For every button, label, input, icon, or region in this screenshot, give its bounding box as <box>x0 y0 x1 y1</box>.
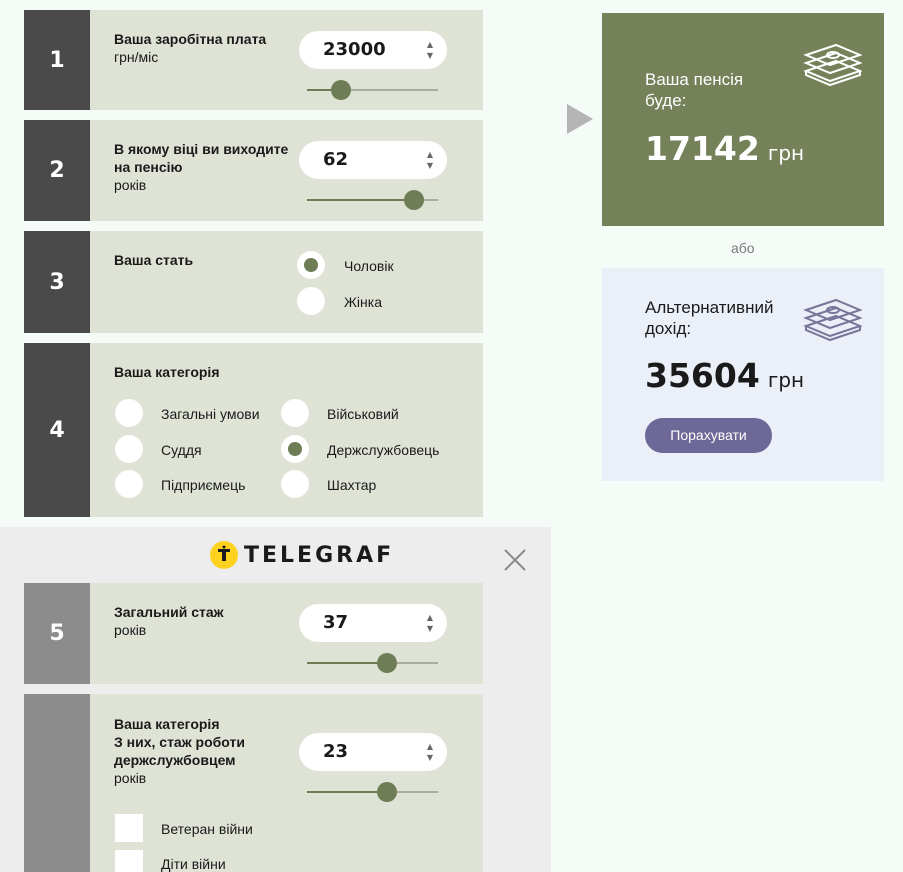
pension-caption: Ваша пенсія буде: <box>645 70 744 110</box>
step-number: 4 <box>24 343 90 517</box>
step-number: 1 <box>24 10 90 110</box>
slider-knob[interactable] <box>376 782 397 802</box>
checkbox-war-veteran[interactable] <box>115 814 143 842</box>
salary-slider[interactable] <box>307 80 438 100</box>
radio-military[interactable] <box>281 399 309 427</box>
close-icon[interactable] <box>504 549 526 571</box>
step-category: 4 Ваша категорія Загальні умови Військов… <box>24 343 483 517</box>
radio-civil-servant[interactable] <box>281 435 309 463</box>
category-experience-input[interactable]: 23 ▲ ▼ <box>299 733 447 771</box>
experience-value: 37 <box>323 612 349 633</box>
alt-amount: 35604 <box>645 356 760 395</box>
alternative-income-card: Альтернативний дохід: 35604 грн Порахуват… <box>602 268 884 481</box>
category-experience-label: Ваша категорія З них, стаж роботи держсл… <box>114 715 289 787</box>
age-value: 62 <box>323 149 349 170</box>
alt-caption: Альтернативний дохід: <box>645 298 774 338</box>
spinner-arrows[interactable]: ▲ ▼ <box>427 149 433 171</box>
radio-civil-servant-label: Держслужбовець <box>327 442 440 458</box>
spinner-arrows[interactable]: ▲ ▼ <box>427 39 433 61</box>
step-number: 3 <box>24 231 90 333</box>
or-text: або <box>731 240 755 256</box>
step-salary: 1 Ваша заробітна плата грн/міс 23000 ▲ ▼ <box>24 10 483 110</box>
salary-value: 23000 <box>323 39 386 60</box>
category-experience-value: 23 <box>323 741 349 762</box>
gender-title: Ваша стать <box>114 252 194 268</box>
category-experience-slider[interactable] <box>307 782 438 802</box>
telegraf-logo-icon <box>210 541 238 569</box>
experience-label: Загальний стаж років <box>114 603 289 639</box>
salary-label: Ваша заробітна плата грн/міс <box>114 30 289 66</box>
spinner-arrows[interactable]: ▲ ▼ <box>427 741 433 763</box>
step-total-experience: 5 Загальний стаж років 37 ▲ ▼ <box>24 583 483 684</box>
radio-entrepreneur-label: Підприємець <box>161 477 246 493</box>
radio-military-label: Військовий <box>327 406 399 422</box>
pension-amount-row: 17142 грн <box>645 129 804 168</box>
calculate-button[interactable]: Порахувати <box>645 418 772 453</box>
spinner-arrows[interactable]: ▲ ▼ <box>427 612 433 634</box>
category-title: Ваша категорія <box>114 364 220 380</box>
pension-amount: 17142 <box>645 129 760 168</box>
age-slider[interactable] <box>307 190 438 210</box>
age-title: В якому віці ви виходите на пенсію <box>114 141 289 175</box>
slider-fill <box>307 662 387 664</box>
telegraf-overlay: TELEGRAF 5 Загальний стаж років 37 ▲ ▼ В… <box>0 527 551 872</box>
radio-judge-label: Суддя <box>161 442 202 458</box>
alt-amount-row: 35604 грн <box>645 356 804 395</box>
age-label: В якому віці ви виходите на пенсію років <box>114 140 289 194</box>
radio-miner-label: Шахтар <box>327 477 377 493</box>
category-experience-unit: років <box>114 770 147 786</box>
experience-title: Загальний стаж <box>114 604 224 620</box>
radio-female[interactable] <box>297 287 325 315</box>
radio-female-label: Жінка <box>344 294 382 310</box>
checkbox-war-children[interactable] <box>115 850 143 872</box>
gender-label: Ваша стать <box>114 251 289 269</box>
slider-fill <box>307 791 387 793</box>
step-number: 5 <box>24 583 90 684</box>
radio-miner[interactable] <box>281 470 309 498</box>
radio-general-label: Загальні умови <box>161 406 260 422</box>
salary-title: Ваша заробітна плата <box>114 31 267 47</box>
checkbox-war-veteran-label: Ветеран війни <box>161 821 253 837</box>
money-stack-icon <box>803 298 862 342</box>
result-arrow-icon <box>567 104 593 134</box>
telegraf-logo-text: TELEGRAF <box>244 542 395 568</box>
category-experience-subtitle: З них, стаж роботи держслужбовцем <box>114 734 245 768</box>
step-number-block <box>24 694 90 872</box>
step-category-experience: Ваша категорія З них, стаж роботи держсл… <box>24 694 483 872</box>
experience-slider[interactable] <box>307 653 438 673</box>
radio-entrepreneur[interactable] <box>115 470 143 498</box>
salary-input[interactable]: 23000 ▲ ▼ <box>299 31 447 69</box>
checkbox-war-children-label: Діти війни <box>161 856 226 872</box>
slider-knob[interactable] <box>376 653 397 673</box>
pension-unit: грн <box>767 141 805 165</box>
step-gender: 3 Ваша стать Чоловік Жінка <box>24 231 483 333</box>
slider-knob[interactable] <box>404 190 425 210</box>
step-number: 2 <box>24 120 90 221</box>
category-experience-title: Ваша категорія <box>114 716 220 732</box>
alt-unit: грн <box>767 368 805 392</box>
money-stack-icon <box>803 43 862 87</box>
category-label: Ваша категорія <box>114 363 289 381</box>
radio-judge[interactable] <box>115 435 143 463</box>
age-unit: років <box>114 177 147 193</box>
experience-unit: років <box>114 622 147 638</box>
radio-general[interactable] <box>115 399 143 427</box>
pension-result-card: Ваша пенсія буде: 17142 грн <box>602 13 884 226</box>
radio-male-label: Чоловік <box>344 258 394 274</box>
experience-input[interactable]: 37 ▲ ▼ <box>299 604 447 642</box>
age-input[interactable]: 62 ▲ ▼ <box>299 141 447 179</box>
step-retirement-age: 2 В якому віці ви виходите на пенсію рок… <box>24 120 483 221</box>
slider-fill <box>307 199 415 201</box>
slider-knob[interactable] <box>331 80 352 100</box>
salary-unit: грн/міс <box>114 49 159 65</box>
telegraf-logo[interactable]: TELEGRAF <box>210 541 394 569</box>
radio-male[interactable] <box>297 251 325 279</box>
